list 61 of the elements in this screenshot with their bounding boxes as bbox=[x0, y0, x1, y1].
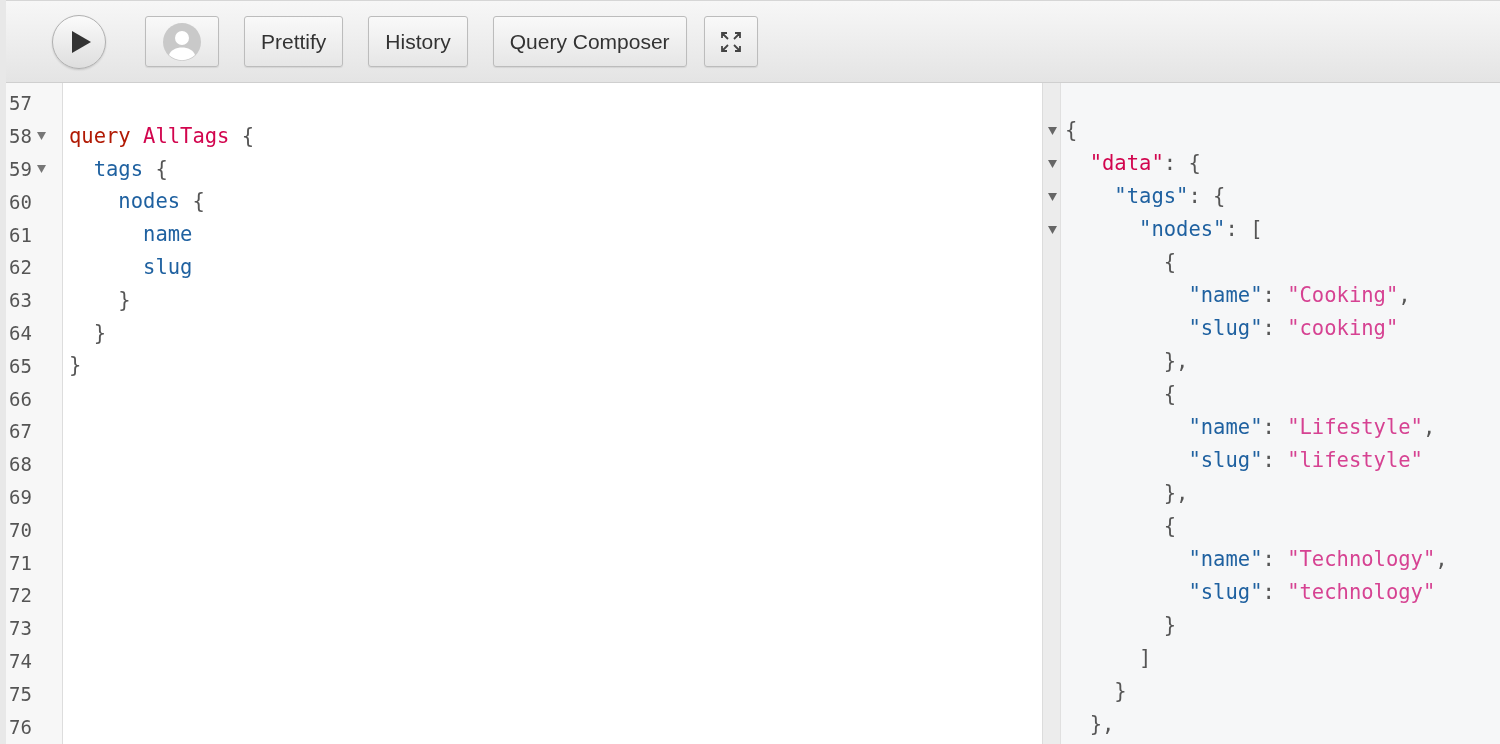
result-line: "data": { bbox=[1088, 151, 1201, 176]
line-number: 76 bbox=[9, 715, 32, 738]
toolbar-button[interactable]: Prettify bbox=[244, 16, 344, 67]
fold-arrow-icon[interactable] bbox=[1048, 225, 1057, 234]
expand-icon bbox=[719, 30, 742, 53]
line-number: 57 bbox=[9, 92, 32, 115]
result-line: } bbox=[1113, 679, 1127, 704]
code-line: slug bbox=[142, 255, 193, 280]
result-line: "name": "Cooking", bbox=[1187, 283, 1411, 308]
fullscreen-button[interactable] bbox=[703, 16, 758, 67]
code-line: } bbox=[69, 353, 82, 379]
toolbar-button[interactable]: History bbox=[368, 16, 468, 67]
code-line: } bbox=[92, 320, 107, 346]
result-line: "nodes": [ bbox=[1138, 217, 1263, 242]
result-line: { bbox=[1065, 118, 1078, 143]
result-line: "tags": { bbox=[1113, 184, 1226, 209]
result-line: "slug": "technology" bbox=[1187, 580, 1436, 605]
line-number: 58 bbox=[9, 125, 32, 148]
play-icon bbox=[70, 29, 92, 54]
user-icon bbox=[163, 22, 201, 61]
line-number: 70 bbox=[9, 518, 32, 541]
line-number: 64 bbox=[9, 321, 32, 344]
code-line: name bbox=[142, 222, 193, 247]
code-line: tags { bbox=[92, 156, 168, 182]
fold-arrow-icon[interactable] bbox=[1048, 192, 1057, 201]
line-number: 65 bbox=[9, 354, 32, 377]
line-number: 68 bbox=[9, 453, 32, 476]
result-line: }, bbox=[1088, 712, 1115, 737]
fold-arrow-icon[interactable] bbox=[37, 132, 47, 141]
code-line: } bbox=[117, 287, 131, 313]
result-line: { bbox=[1162, 382, 1177, 407]
line-number: 71 bbox=[9, 551, 32, 574]
toolbar-button[interactable]: Query Composer bbox=[492, 16, 687, 67]
run-button[interactable] bbox=[52, 14, 106, 69]
result-line: }, bbox=[1162, 349, 1189, 374]
line-number: 67 bbox=[9, 420, 32, 443]
code-line: nodes { bbox=[117, 189, 205, 215]
result-line: } bbox=[1162, 613, 1177, 638]
result-line: { bbox=[1162, 250, 1177, 275]
line-number: 73 bbox=[9, 617, 32, 640]
line-number: 59 bbox=[9, 158, 32, 180]
result-line: { bbox=[1162, 514, 1177, 539]
result-line: "slug": "lifestyle" bbox=[1187, 448, 1423, 473]
line-number: 72 bbox=[9, 584, 32, 607]
fold-arrow-icon[interactable] bbox=[1048, 126, 1057, 135]
line-number: 61 bbox=[9, 223, 32, 246]
line-number: 60 bbox=[9, 190, 32, 213]
result-line: "name": "Lifestyle", bbox=[1187, 415, 1436, 440]
result-line: "slug": "cooking" bbox=[1187, 316, 1399, 341]
result-line: ] bbox=[1138, 646, 1152, 671]
line-number: 69 bbox=[9, 485, 32, 508]
fold-arrow-icon[interactable] bbox=[1048, 159, 1057, 168]
line-number: 63 bbox=[9, 289, 32, 312]
code-line: query AllTags { bbox=[69, 123, 255, 149]
line-number: 75 bbox=[9, 682, 32, 705]
line-number: 62 bbox=[9, 256, 32, 279]
fold-arrow-icon[interactable] bbox=[37, 165, 47, 173]
result-line: "name": "Technology", bbox=[1187, 547, 1448, 572]
line-number: 66 bbox=[9, 387, 32, 410]
result-line: }, bbox=[1162, 481, 1189, 506]
line-number: 74 bbox=[9, 649, 32, 672]
